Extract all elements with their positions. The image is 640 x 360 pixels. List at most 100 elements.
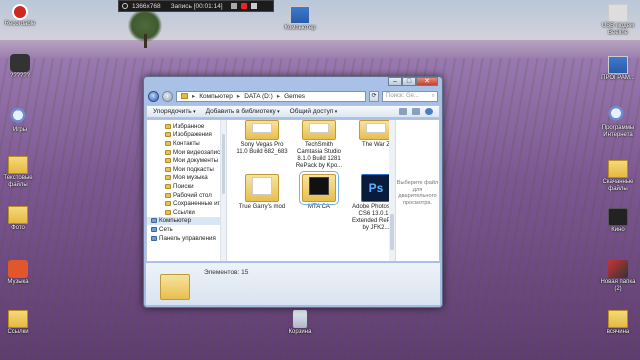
item-count: Элементов: 15: [204, 269, 249, 276]
share-menu[interactable]: Общий доступ: [290, 108, 338, 115]
search-input[interactable]: Поиск: Ge... ⌕: [382, 90, 438, 102]
preview-hint: Выберите файл для дварительного просмотр…: [396, 180, 439, 206]
address-bar[interactable]: ▸ Компьютер ▸ DATA (D:) ▸ Gemes: [176, 90, 366, 102]
nav-item[interactable]: Поиски: [147, 182, 226, 191]
nav-item-label: Ссылки: [173, 208, 195, 216]
forward-button[interactable]: ›: [162, 90, 173, 102]
file-item[interactable]: TechSmith Camtasia Studio 8.1.0 Build 12…: [292, 120, 346, 170]
camera-icon[interactable]: [230, 3, 237, 9]
folder-icon: [165, 140, 171, 146]
usb-icon: [608, 4, 628, 22]
folder-icon: [8, 156, 28, 174]
nav-item[interactable]: Моя музыка: [147, 174, 226, 183]
nav-item-label: Избранное: [173, 122, 205, 130]
nav-item-label: Рабочий стол: [173, 191, 212, 199]
power-icon: [8, 260, 28, 278]
nav-item[interactable]: Мои документы: [147, 156, 226, 165]
nav-item-label: Сеть: [159, 225, 173, 233]
folder-icon: [245, 174, 279, 202]
desktop-icon-label: Текстовые файлы: [3, 175, 33, 188]
desktop-icon-downloads[interactable]: Скачанные файлы: [598, 160, 638, 193]
details-pane: Элементов: 15: [146, 263, 440, 305]
nav-scrollbar[interactable]: [220, 120, 226, 261]
desktop-icon-label: Компьютер: [284, 25, 316, 31]
desktop-icon-games[interactable]: Игры: [0, 108, 40, 134]
control-panel-icon: [151, 235, 157, 241]
folder-icon: [160, 274, 190, 300]
desktop-icon-programs[interactable]: ПРОГРАМ...: [598, 56, 638, 82]
folder-icon: [608, 310, 628, 328]
command-bar: Упорядочить Добавить в библиотеку Общий …: [146, 105, 440, 118]
folder-icon: [165, 183, 171, 189]
desktop-icon-ppt[interactable]: ??????: [0, 54, 40, 80]
search-icon: [608, 106, 628, 124]
nav-item[interactable]: Рабочий стол: [147, 191, 226, 200]
desktop-icon-music[interactable]: Музыка: [0, 260, 38, 286]
preview-pane-icon[interactable]: [412, 108, 420, 115]
nav-item-control-panel[interactable]: Панель управления: [147, 234, 226, 243]
help-icon[interactable]: [425, 108, 433, 115]
add-to-library-menu[interactable]: Добавить в библиотеку: [206, 108, 280, 115]
desktop-icon-label: Фото: [11, 225, 25, 231]
organize-menu[interactable]: Упорядочить: [153, 108, 196, 115]
scroll-thumb[interactable]: [390, 214, 394, 250]
back-button[interactable]: ‹: [148, 90, 159, 102]
nav-item-network[interactable]: Сеть: [147, 225, 226, 234]
desktop-icon-text-files[interactable]: Текстовые файлы: [0, 156, 38, 189]
desktop-icon-cinema[interactable]: Кино: [598, 208, 638, 234]
desktop-icon-label: Новая папка (2): [600, 279, 636, 292]
photo-icon: [608, 260, 628, 278]
file-name: TechSmith Camtasia Studio 8.1.0 Build 12…: [295, 142, 343, 169]
nav-item[interactable]: Изображения: [147, 131, 226, 140]
file-item[interactable]: Sony Vegas Pro 11.0 Build 682_683: [235, 120, 289, 170]
nav-item-computer[interactable]: Компьютер: [147, 216, 226, 226]
breadcrumb-computer[interactable]: Компьютер: [199, 93, 233, 100]
nav-item[interactable]: Сохраненные игр: [147, 199, 226, 208]
folder-icon: [181, 93, 188, 99]
recorder-resolution: 1366x768: [132, 2, 161, 10]
nav-item[interactable]: Мои видеозаписи: [147, 148, 226, 157]
window-titlebar[interactable]: – □ ✕: [144, 77, 442, 89]
desktop-icon-recording[interactable]: Recordable: [0, 4, 40, 28]
folder-icon: [165, 175, 171, 181]
search-icon[interactable]: [122, 3, 128, 9]
nav-item[interactable]: Мои подкасты: [147, 165, 226, 174]
folder-content-preview: [252, 123, 272, 133]
content-scrollbar[interactable]: [389, 120, 395, 261]
desktop-icon-misc[interactable]: всячина: [598, 310, 638, 336]
preview-pane: Выберите файл для дварительного просмотр…: [395, 120, 439, 261]
nav-item[interactable]: Избранное: [147, 122, 226, 131]
desktop-icon-recycle[interactable]: Корзина: [280, 310, 320, 336]
file-name: True Garry's mod: [238, 204, 286, 210]
close-button[interactable]: ✕: [416, 77, 438, 86]
breadcrumb-folder[interactable]: Gemes: [284, 93, 305, 100]
breadcrumb-separator: ▸: [192, 93, 196, 100]
minimize-button[interactable]: –: [388, 77, 402, 86]
refresh-button[interactable]: ⟳: [369, 90, 379, 102]
view-options-icon[interactable]: [399, 108, 407, 115]
desktop-icon-label: USB модем Beeline: [601, 23, 635, 36]
nav-item-label: Поиски: [173, 182, 194, 190]
file-item[interactable]: True Garry's mod: [235, 174, 289, 232]
folder-icon: [299, 171, 339, 205]
desktop-icon-label: ??????: [9, 73, 31, 79]
desktop-icon-photos[interactable]: Фото: [0, 206, 38, 232]
desktop-icon-usb[interactable]: USB модем Beeline: [598, 4, 638, 37]
sky-horizon: [0, 40, 640, 58]
breadcrumb-drive[interactable]: DATA (D:): [244, 93, 273, 100]
nav-item[interactable]: Ссылки: [147, 208, 226, 217]
desktop-icon-links[interactable]: Ссылки: [0, 310, 38, 336]
desktop-icon-new-folder[interactable]: Новая папка (2): [598, 260, 638, 293]
desktop-icon-label: Кино: [611, 227, 625, 233]
record-icon[interactable]: [240, 3, 247, 9]
desktop-icon-internet[interactable]: Программы Интернета: [598, 106, 638, 139]
nav-item[interactable]: Контакты: [147, 139, 226, 148]
stop-icon[interactable]: [250, 3, 257, 9]
folder-icon: [302, 120, 336, 140]
scroll-thumb[interactable]: [222, 134, 225, 194]
photoshop-icon: Ps: [361, 174, 391, 202]
desktop-icon-label: Скачанные файлы: [602, 179, 634, 192]
desktop-icon-computer[interactable]: Компьютер: [280, 6, 320, 32]
maximize-button[interactable]: □: [402, 77, 416, 86]
file-item[interactable]: MTA CA: [292, 171, 346, 232]
